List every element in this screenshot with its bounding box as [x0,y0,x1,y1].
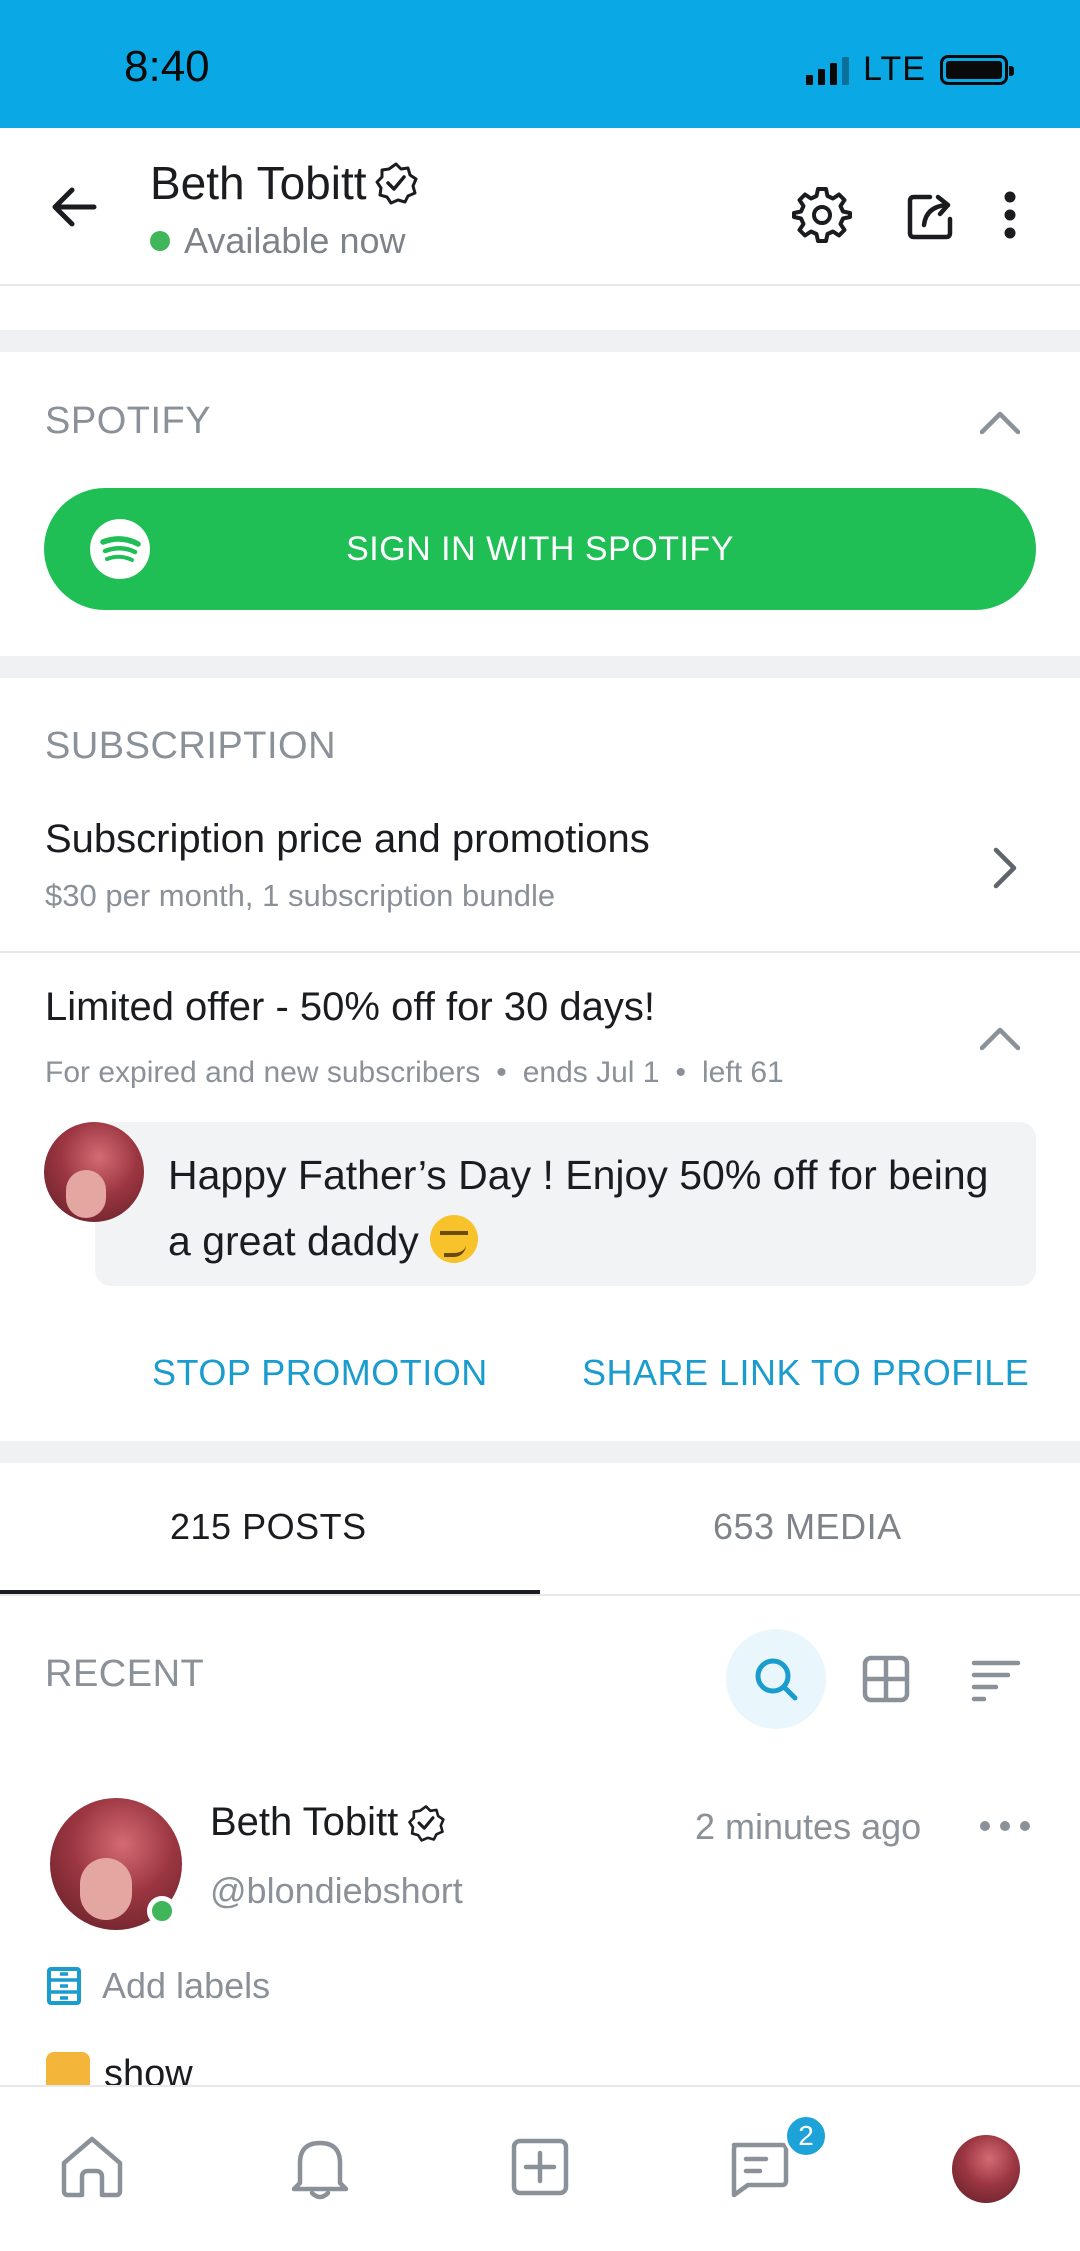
share-profile-button[interactable] [897,180,967,250]
online-indicator [150,231,170,251]
profile-name: Beth Tobitt [150,157,367,209]
offer-title: Limited offer - 50% off for 30 days! [45,985,655,1029]
back-button[interactable] [40,172,110,242]
online-indicator [147,1896,177,1926]
post-author-name[interactable]: Beth Tobitt [210,1800,398,1845]
chevron-right-icon [993,847,1017,889]
meta-separator: • [496,1056,507,1089]
cat-emoji-icon [46,2052,90,2086]
subscription-row-subtitle: $30 per month, 1 subscription bundle [45,878,556,913]
search-button[interactable] [726,1629,826,1729]
offer-meta: For expired and new subscribers • ends J… [45,1056,784,1090]
add-icon [511,2138,569,2196]
verified-badge-icon [408,1804,445,1842]
sort-icon [971,1660,1021,1702]
back-arrow-icon [52,187,97,227]
profile-name-line: Beth Tobitt [150,156,419,210]
stop-promotion-button[interactable]: STOP PROMOTION [152,1352,488,1394]
network-label: LTE [863,50,926,88]
promotion-message: Happy Father’s Day ! Enjoy 50% off for b… [95,1122,1036,1286]
label-icon [47,1967,81,2005]
spotify-icon [90,519,150,579]
subscription-section-title: SUBSCRIPTION [45,725,337,767]
post-more-button[interactable] [980,1806,1030,1846]
add-labels-button[interactable]: Add labels [46,1965,270,2007]
section-divider [0,330,1080,352]
smirk-emoji-icon [430,1215,479,1263]
battery-icon [940,54,1014,85]
meta-separator: • [675,1056,687,1089]
sort-button[interactable] [946,1629,1046,1729]
signal-icon [806,55,850,85]
bottom-navigation: 2 [0,2085,1080,2251]
profile-avatar[interactable] [952,2135,1020,2203]
availability-status: Available now [150,220,405,262]
add-labels-text: Add labels [102,1965,271,2006]
search-icon [755,1658,798,1701]
nav-home[interactable] [50,2125,134,2209]
status-indicators: LTE [806,50,1014,89]
promotion-message-text: Happy Father’s Day ! Enjoy 50% off for b… [168,1152,989,1264]
grid-view-button[interactable] [836,1629,936,1729]
spotify-sign-in-button[interactable]: SIGN IN WITH SPOTIFY [44,488,1036,610]
verified-badge-icon [375,162,418,205]
chevron-up-icon[interactable] [972,396,1028,452]
divider [0,951,1080,953]
messages-badge: 2 [784,2114,828,2158]
subscription-row-title: Subscription price and promotions [45,817,650,861]
section-divider [0,1441,1080,1463]
settings-button[interactable] [787,180,857,250]
post-timestamp: 2 minutes ago [695,1806,922,1847]
divider [0,1594,1080,1596]
availability-text: Available now [184,220,406,261]
recent-label: RECENT [45,1653,205,1695]
bell-icon [291,2140,349,2200]
spotify-button-label: SIGN IN WITH SPOTIFY [346,529,734,568]
post-author-handle: @blondiebshort [210,1870,463,1911]
post-author-line: Beth Tobitt [210,1800,446,1845]
share-link-button[interactable]: SHARE LINK TO PROFILE [582,1352,1029,1394]
tab-posts[interactable]: 215 POSTS [170,1506,367,1548]
avatar [44,1122,144,1222]
status-bar: 8:40 LTE [0,0,1080,128]
status-time: 8:40 [124,42,210,91]
nav-add-post[interactable] [498,2125,582,2209]
chevron-up-icon[interactable] [972,1012,1028,1068]
post-text: show [104,2053,193,2086]
gear-icon [792,187,852,243]
grid-icon [862,1655,910,1703]
more-vertical-icon [1004,191,1016,239]
post-text-line: show [46,2052,193,2086]
more-options-button[interactable] [985,180,1035,250]
offer-remaining: left 61 [702,1056,784,1089]
share-icon [907,194,953,240]
spotify-section-title: SPOTIFY [45,400,212,442]
nav-notifications[interactable] [278,2125,362,2209]
home-icon [61,2136,123,2198]
offer-audience: For expired and new subscribers [45,1056,481,1089]
tab-media[interactable]: 653 MEDIA [713,1506,902,1548]
offer-end-date: ends Jul 1 [522,1056,660,1089]
profile-header: Beth Tobitt Available now [0,128,1080,286]
section-divider [0,656,1080,678]
